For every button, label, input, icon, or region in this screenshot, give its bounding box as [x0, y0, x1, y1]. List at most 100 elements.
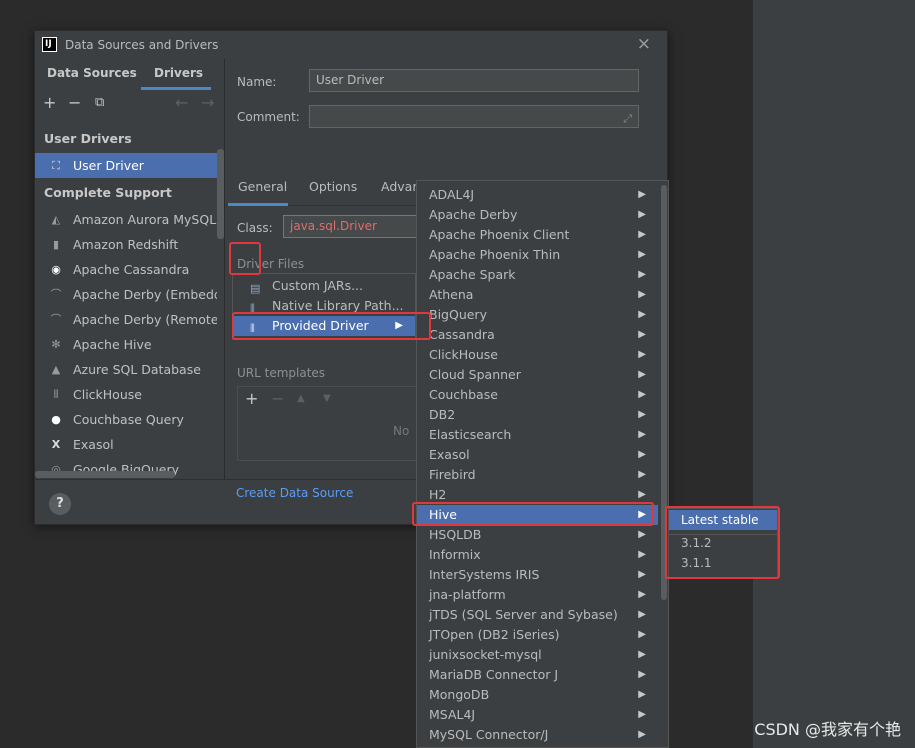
driver-icon: ⛶ — [52, 159, 60, 172]
driver-list-item[interactable]: Cloud Spanner ▶ — [417, 365, 658, 385]
driver-list-item[interactable]: InterSystems IRIS ▶ — [417, 565, 658, 585]
driver-item-label: Apache Hive — [73, 337, 152, 352]
driver-list-item[interactable]: ADAL4J ▶ — [417, 185, 658, 205]
left-panel: Data Sources Drivers + − ⧉ ← → User Driv… — [35, 59, 225, 479]
driver-list-item[interactable]: Athena ▶ — [417, 285, 658, 305]
copy-driver-button[interactable]: ⧉ — [95, 95, 104, 110]
submenu-arrow-icon: ▶ — [395, 320, 403, 331]
driver-list-item[interactable]: jTDS (SQL Server and Sybase) ▶ — [417, 605, 658, 625]
driver-list-item[interactable]: MySQL Connector/J ▶ — [417, 725, 658, 745]
driver-item-label: User Driver — [73, 158, 144, 173]
move-up-button[interactable]: ▲ — [297, 393, 305, 404]
driver-list-item-label: Hive — [429, 507, 457, 522]
submenu-arrow-icon: ▶ — [638, 369, 646, 380]
tab-general[interactable]: General — [238, 179, 287, 194]
submenu-arrow-icon: ▶ — [638, 249, 646, 260]
driver-list-item[interactable]: Exasol ▶ — [417, 445, 658, 465]
submenu-arrow-icon: ▶ — [638, 429, 646, 440]
driver-item[interactable]: ✻ Apache Hive — [35, 332, 217, 357]
version-item[interactable]: 3.1.2 — [669, 533, 777, 553]
driver-list-item[interactable]: Apache Derby ▶ — [417, 205, 658, 225]
tab-data-sources[interactable]: Data Sources — [47, 66, 137, 80]
driver-list-item[interactable]: HSQLDB ▶ — [417, 525, 658, 545]
add-driver-button[interactable]: + — [43, 93, 56, 112]
remove-url-template-button[interactable]: − — [271, 389, 284, 408]
submenu-arrow-icon: ▶ — [638, 589, 646, 600]
driver-item[interactable]: ⌒ Apache Derby (Remote) — [35, 307, 218, 332]
driver-list-item-label: Informix — [429, 547, 481, 562]
expand-icon[interactable]: ⤢ — [623, 108, 632, 129]
driver-list-item-label: Exasol — [429, 447, 470, 462]
driver-list-item-label: JTOpen (DB2 iSeries) — [429, 627, 560, 642]
driver-list-item[interactable]: Apache Spark ▶ — [417, 265, 658, 285]
driver-list-item[interactable]: JTOpen (DB2 iSeries) ▶ — [417, 625, 658, 645]
driver-list-item[interactable]: junixsocket-mysql ▶ — [417, 645, 658, 665]
driver-list-item[interactable]: BigQuery ▶ — [417, 305, 658, 325]
driver-list-item-label: Apache Spark — [429, 267, 516, 282]
vertical-scrollbar[interactable] — [217, 149, 224, 239]
comment-field[interactable]: ⤢ — [309, 105, 639, 128]
driver-list-item-label: Apache Phoenix Client — [429, 227, 570, 242]
driver-list-item[interactable]: jna-platform ▶ — [417, 585, 658, 605]
cassandra-icon: ◉ — [51, 263, 61, 276]
driver-item-label: ClickHouse — [73, 387, 142, 402]
submenu-arrow-icon: ▶ — [638, 449, 646, 460]
intellij-icon: IJ — [42, 37, 57, 52]
left-tabs: Data Sources Drivers — [35, 59, 224, 90]
driver-item[interactable]: ⌒ Apache Derby (Embedded) — [35, 282, 218, 307]
driver-list-scrollbar[interactable] — [661, 185, 667, 600]
exasol-icon: X — [51, 438, 61, 451]
driver-item[interactable]: X Exasol — [35, 432, 217, 457]
tab-options[interactable]: Options — [309, 179, 357, 194]
driver-item[interactable]: ◉ Apache Cassandra — [35, 257, 217, 282]
submenu-arrow-icon: ▶ — [638, 409, 646, 420]
driver-list-item[interactable]: Elasticsearch ▶ — [417, 425, 658, 445]
driver-list-item[interactable]: Apache Phoenix Thin ▶ — [417, 245, 658, 265]
submenu-arrow-icon: ▶ — [638, 569, 646, 580]
help-button[interactable]: ? — [49, 493, 71, 515]
menu-item-custom-jars[interactable]: ▤ Custom JARs... — [233, 276, 415, 296]
driver-item[interactable]: ⦀ ClickHouse — [35, 382, 217, 407]
redshift-icon: ▮ — [52, 238, 60, 251]
menu-item-native-library[interactable]: ⦀ Native Library Path... — [233, 296, 415, 316]
driver-list-item[interactable]: Hive ▶ — [417, 505, 658, 525]
add-url-template-button[interactable]: + — [245, 389, 258, 408]
driver-list-item[interactable]: Couchbase ▶ — [417, 385, 658, 405]
submenu-arrow-icon: ▶ — [638, 509, 646, 520]
driver-list-item[interactable]: MSAL4J ▶ — [417, 705, 658, 725]
driver-list-item[interactable]: Informix ▶ — [417, 545, 658, 565]
class-field[interactable]: java.sql.Driver — [283, 215, 423, 238]
driver-item[interactable]: ▮ Amazon Redshift — [35, 232, 217, 257]
driver-item-user-driver[interactable]: ⛶ User Driver — [35, 153, 217, 178]
submenu-arrow-icon: ▶ — [638, 489, 646, 500]
driver-list-item[interactable]: Firebird ▶ — [417, 465, 658, 485]
driver-item[interactable]: ◭ Amazon Aurora MySQL — [35, 207, 217, 232]
name-field[interactable]: User Driver — [309, 69, 639, 92]
menu-item-provided-driver[interactable]: ⦀ Provided Driver ▶ — [233, 316, 415, 336]
driver-list-item[interactable]: Apache Phoenix Client ▶ — [417, 225, 658, 245]
aurora-icon: ◭ — [51, 213, 61, 226]
driver-item[interactable]: ▲ Azure SQL Database — [35, 357, 217, 382]
driver-list-item[interactable]: ClickHouse ▶ — [417, 345, 658, 365]
close-icon[interactable]: × — [637, 34, 651, 54]
forward-button[interactable]: → — [201, 93, 214, 112]
driver-list-item[interactable]: DB2 ▶ — [417, 405, 658, 425]
driver-list-item-label: InterSystems IRIS — [429, 567, 540, 582]
driver-item-label: Azure SQL Database — [73, 362, 201, 377]
submenu-arrow-icon: ▶ — [638, 709, 646, 720]
tab-drivers[interactable]: Drivers — [154, 66, 203, 80]
horizontal-scrollbar[interactable] — [35, 471, 175, 478]
back-button[interactable]: ← — [175, 93, 188, 112]
driver-item[interactable]: ● Couchbase Query — [35, 407, 217, 432]
driver-list-item[interactable]: MongoDB ▶ — [417, 685, 658, 705]
version-latest-stable[interactable]: Latest stable — [669, 510, 777, 530]
provided-driver-submenu: ADAL4J ▶ Apache Derby ▶ Apache Phoenix Clien… — [416, 180, 669, 748]
driver-list-item[interactable]: H2 ▶ — [417, 485, 658, 505]
driver-list-item-label: MariaDB Connector J — [429, 667, 559, 682]
submenu-arrow-icon: ▶ — [638, 529, 646, 540]
driver-list-item[interactable]: Cassandra ▶ — [417, 325, 658, 345]
remove-driver-button[interactable]: − — [68, 93, 81, 112]
driver-list-item[interactable]: MariaDB Connector J ▶ — [417, 665, 658, 685]
version-item[interactable]: 3.1.1 — [669, 553, 777, 573]
move-down-button[interactable]: ▼ — [323, 393, 331, 404]
